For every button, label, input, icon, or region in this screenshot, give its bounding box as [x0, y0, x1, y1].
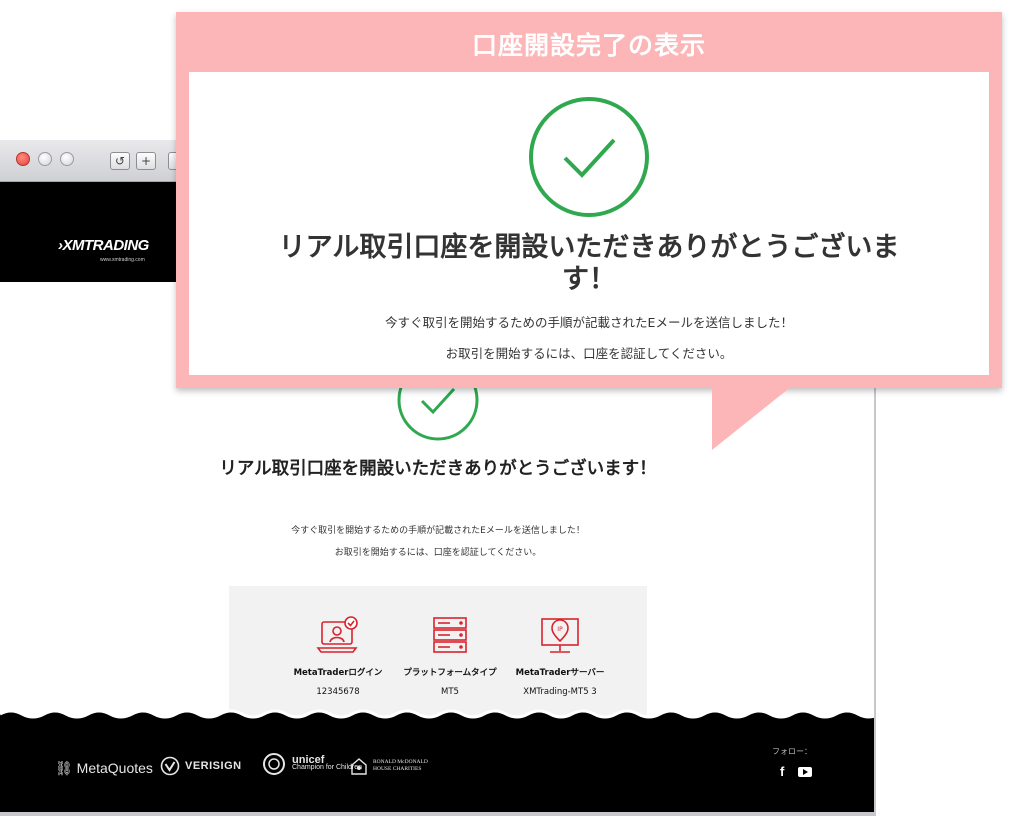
follow-label: フォロー： [772, 747, 812, 756]
metaquotes-icon: ⛓ [55, 760, 73, 776]
callout-panel: 口座開設完了の表示 リアル取引口座を開設いただきありがとうございます！ 今すぐ取… [176, 12, 1002, 388]
info-login: MetaTraderログイン 12345678 [278, 616, 398, 697]
info-server-value: XMTrading-MT5 3 [523, 687, 597, 697]
youtube-icon[interactable] [798, 767, 812, 777]
user-check-icon [316, 616, 358, 653]
rmhc-logo[interactable]: RONALD McDONALD HOUSE CHARITIES [350, 756, 435, 776]
svg-text:IP: IP [557, 626, 563, 633]
rmhc-house-icon [351, 758, 367, 775]
metaquotes-logo[interactable]: ⛓ MetaQuotes [55, 760, 153, 777]
info-platform-value: MT5 [441, 687, 459, 697]
info-platform: プラットフォームタイプ MT5 [390, 616, 510, 697]
facebook-icon[interactable]: f [780, 764, 784, 779]
logo-url: www.xmtrading.com [100, 257, 145, 263]
info-login-value: 12345678 [316, 687, 360, 697]
maximize-window-button[interactable] [60, 152, 74, 166]
logo-text: XMTRADING [62, 237, 150, 254]
info-platform-label: プラットフォームタイプ [403, 668, 497, 678]
callout-pointer [712, 386, 792, 450]
server-icon [433, 617, 467, 653]
callout-title: 口座開設完了の表示 [471, 31, 706, 60]
site-footer: ⛓ MetaQuotes VERISIGN unicef Champion fo… [0, 722, 874, 812]
verisign-check-icon [160, 756, 180, 776]
verisign-logo[interactable]: VERISIGN [160, 756, 242, 776]
account-info-box: MetaTraderログイン 12345678 プラットフォームタイプ MT5 [229, 586, 647, 726]
rmhc-text: RONALD McDONALD HOUSE CHARITIES [373, 759, 428, 772]
verify-message: お取引を開始するには、口座を認証してください。 [334, 548, 542, 558]
callout-heading: リアル取引口座を開設いただきありがとうございます！ [278, 232, 900, 295]
email-sent-message: 今すぐ取引を開始するための手順が記載されたEメールを送信しました！ [291, 526, 585, 536]
info-login-label: MetaTraderログイン [293, 668, 383, 678]
page-title: リアル取引口座を開設いただきありがとうございます！ [219, 459, 657, 479]
new-tab-icon[interactable]: + [136, 152, 156, 170]
unicef-logo[interactable]: unicef Champion for Children [262, 752, 362, 776]
info-server-label: MetaTraderサーバー [515, 668, 605, 678]
callout-message-verify: お取引を開始するには、口座を認証してください。 [445, 346, 733, 361]
check-circle-icon [529, 97, 649, 217]
verisign-text: VERISIGN [185, 760, 242, 772]
ip-monitor-icon: IP [541, 618, 579, 653]
close-window-button[interactable] [16, 152, 30, 166]
metaquotes-text: MetaQuotes [76, 760, 153, 776]
xmtrading-logo[interactable]: ›XMTRADING [58, 237, 149, 254]
reload-icon[interactable]: ↺ [110, 152, 130, 170]
minimize-window-button[interactable] [38, 152, 52, 166]
info-server: IP MetaTraderサーバー XMTrading-MT5 3 [500, 616, 620, 697]
callout-message-email: 今すぐ取引を開始するための手順が記載されたEメールを送信しました！ [385, 315, 793, 330]
unicef-globe-icon [263, 753, 285, 775]
callout-content: リアル取引口座を開設いただきありがとうございます！ 今すぐ取引を開始するための手… [189, 72, 989, 375]
